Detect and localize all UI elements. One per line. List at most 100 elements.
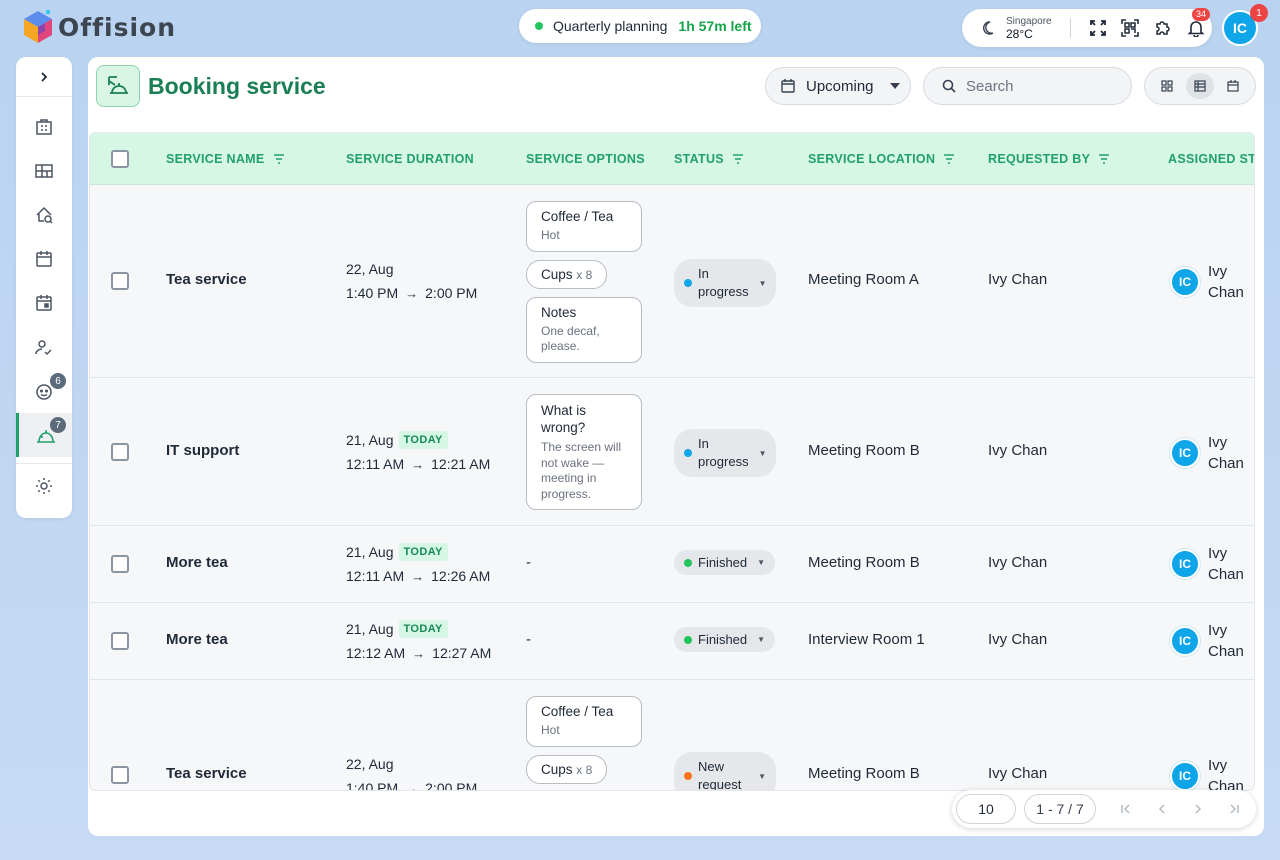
notification-count: 34 xyxy=(1191,8,1210,21)
row-checkbox[interactable] xyxy=(111,766,129,784)
meeting-timer[interactable]: Quarterly planning 1h 57m left xyxy=(519,9,761,43)
today-badge: TODAY xyxy=(398,431,448,449)
fullscreen-button[interactable] xyxy=(1081,13,1114,43)
table-row[interactable]: IT support 21, Aug TODAY 12:11 AM → 12:21 A… xyxy=(90,378,1254,526)
last-page-button[interactable] xyxy=(1216,803,1252,815)
status-label: Finished xyxy=(698,555,748,570)
chevron-right-icon xyxy=(41,71,48,82)
status-dropdown[interactable]: Finished ▼ xyxy=(674,550,776,575)
sidebar-item-find-seat[interactable] xyxy=(16,193,72,237)
list-view-button[interactable] xyxy=(1185,73,1214,99)
sidebar-item-calendar[interactable] xyxy=(16,237,72,281)
end-time: 2:00 PM xyxy=(425,285,478,301)
option-title: Notes xyxy=(541,304,577,320)
search-box[interactable] xyxy=(923,67,1132,105)
column-label: REQUESTED BY xyxy=(988,152,1091,166)
end-time: 12:27 AM xyxy=(432,645,492,661)
service-options: Coffee / Tea Hot Cups x 8 Notes One deca… xyxy=(526,201,642,371)
filter-icon[interactable] xyxy=(732,154,744,164)
page-title: Booking service xyxy=(148,72,326,99)
staff-name: Ivy Chan xyxy=(1208,757,1244,791)
filter-label: Upcoming xyxy=(806,77,874,95)
start-time: 1:40 PM xyxy=(346,780,399,791)
option-card: Coffee / Tea Hot xyxy=(526,201,642,252)
top-toolbar: Singapore 28°C 34 xyxy=(962,8,1212,47)
notifications-button[interactable]: 34 xyxy=(1179,8,1212,43)
grid-view-button[interactable] xyxy=(1153,73,1181,99)
select-all xyxy=(111,133,129,185)
column-assigned-staff[interactable]: ASSIGNED STAFF xyxy=(1168,133,1254,185)
search-input[interactable] xyxy=(966,77,1116,95)
column-service-location[interactable]: SERVICE LOCATION xyxy=(808,133,955,185)
service-options: Coffee / Tea Hot Cups x 8 xyxy=(526,696,642,790)
row-checkbox[interactable] xyxy=(111,632,129,650)
column-service-duration[interactable]: SERVICE DURATION xyxy=(346,133,474,185)
next-page-button[interactable] xyxy=(1180,803,1216,815)
filter-icon[interactable] xyxy=(273,154,285,164)
calendar-icon xyxy=(1227,80,1239,92)
building-icon xyxy=(36,119,52,135)
assigned-staff[interactable]: IC Ivy Chan xyxy=(1170,432,1248,474)
upcoming-filter-dropdown[interactable]: Upcoming xyxy=(765,67,911,105)
row-checkbox[interactable] xyxy=(111,443,129,461)
column-service-name[interactable]: SERVICE NAME xyxy=(166,133,285,185)
extension-button[interactable] xyxy=(1147,13,1180,43)
service-location: Meeting Room B xyxy=(808,554,920,571)
calendar-view-button[interactable] xyxy=(1219,73,1247,99)
status-dropdown[interactable]: In progress ▼ xyxy=(674,429,776,477)
table-row[interactable]: More tea 21, Aug TODAY 12:12 AM → 12:27 AM … xyxy=(90,603,1254,680)
pagination: 10 1 - 7 / 7 xyxy=(952,790,1256,828)
staff-avatar: IC xyxy=(1170,549,1200,579)
column-service-options[interactable]: SERVICE OPTIONS xyxy=(526,133,645,185)
column-requested-by[interactable]: REQUESTED BY xyxy=(988,133,1110,185)
filter-icon[interactable] xyxy=(943,154,955,164)
option-detail: One decaf, please. xyxy=(541,323,600,354)
row-checkbox[interactable] xyxy=(111,272,129,290)
staff-name: Ivy Chan xyxy=(1208,434,1244,472)
status-dropdown[interactable]: In progress ▼ xyxy=(674,259,776,307)
caret-down-icon: ▼ xyxy=(757,558,766,567)
sidebar-item-booking-service[interactable]: 7 xyxy=(16,413,72,457)
start-time: 12:12 AM xyxy=(346,645,406,661)
status-dropdown[interactable]: New request ▼ xyxy=(674,752,776,790)
app-logo[interactable]: Offision xyxy=(22,9,176,45)
option-card: Cups x 8 xyxy=(526,259,608,289)
logo-text: Offision xyxy=(58,12,176,42)
sidebar-badge: 6 xyxy=(50,373,66,389)
timer-title: Quarterly planning xyxy=(553,18,668,34)
sidebar-item-events[interactable] xyxy=(16,281,72,325)
table-row[interactable]: Tea service 22, Aug 1:40 PM → 2:00 PM Coff… xyxy=(90,185,1254,378)
row-checkbox[interactable] xyxy=(111,555,129,573)
select-all-checkbox[interactable] xyxy=(111,150,129,168)
page-size-selector[interactable]: 10 xyxy=(956,794,1016,824)
assigned-staff[interactable]: IC Ivy Chan xyxy=(1170,543,1248,585)
assigned-staff[interactable]: IC Ivy Chan xyxy=(1170,755,1248,791)
status-dropdown[interactable]: Finished ▼ xyxy=(674,627,776,652)
prev-page-button[interactable] xyxy=(1144,803,1180,815)
sidebar: 6 7 xyxy=(16,57,72,518)
sidebar-item-offices[interactable] xyxy=(16,105,72,149)
service-name: More tea xyxy=(166,631,228,648)
sidebar-item-visitors[interactable] xyxy=(16,325,72,369)
table-row[interactable]: More tea 21, Aug TODAY 12:11 AM → 12:26 AM … xyxy=(90,526,1254,603)
weather-widget[interactable]: Singapore 28°C xyxy=(982,16,1070,40)
status-dot xyxy=(684,635,692,644)
sidebar-expand-button[interactable] xyxy=(16,57,72,97)
main-panel: Booking service Upcoming Search SERVICE … xyxy=(88,57,1264,836)
qr-scan-button[interactable] xyxy=(1114,13,1147,43)
filter-icon[interactable] xyxy=(1098,154,1110,164)
column-status[interactable]: STATUS xyxy=(674,133,744,185)
weather-temp: 28°C xyxy=(1006,27,1033,41)
assigned-staff[interactable]: IC Ivy Chan xyxy=(1170,620,1248,662)
first-page-button[interactable] xyxy=(1108,803,1144,815)
status-label: Finished xyxy=(698,632,748,647)
table-row[interactable]: Tea service 22, Aug 1:40 PM → 2:00 PM Coff… xyxy=(90,680,1254,791)
sidebar-item-settings[interactable] xyxy=(16,464,72,508)
option-card: Notes One decaf, please. xyxy=(526,296,642,363)
status-dot xyxy=(684,558,692,567)
sidebar-item-wellness[interactable]: 6 xyxy=(16,369,72,413)
service-desk-icon xyxy=(108,76,128,94)
assigned-staff[interactable]: IC Ivy Chan xyxy=(1170,261,1248,303)
caret-down-icon: ▼ xyxy=(758,448,767,458)
sidebar-item-floorplan[interactable] xyxy=(16,149,72,193)
